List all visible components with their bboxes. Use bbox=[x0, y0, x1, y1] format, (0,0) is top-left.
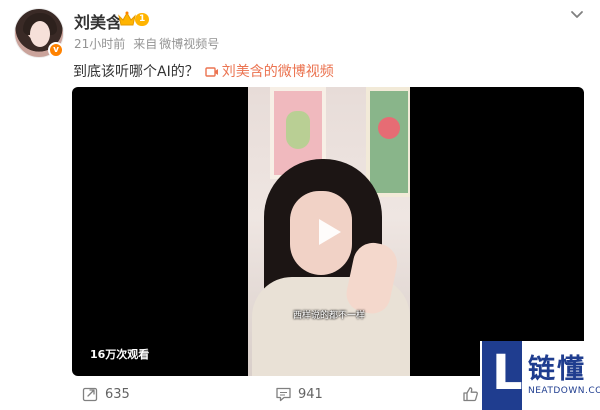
poster-vase bbox=[286, 111, 310, 149]
video-link[interactable]: 刘美含的微博视频 bbox=[205, 64, 334, 80]
post-meta: 21小时前 来自 微博视频号 bbox=[74, 35, 227, 52]
video-icon bbox=[205, 67, 218, 77]
crown-icon bbox=[118, 11, 136, 26]
play-icon[interactable] bbox=[309, 213, 347, 251]
video-player[interactable]: 西样说的都不一样 16万次观看 bbox=[72, 87, 584, 376]
watermark-logo-box: L bbox=[482, 341, 523, 410]
level-badge: 1 bbox=[135, 13, 150, 26]
watermark-domain: NEATDOWN.COM bbox=[528, 386, 600, 396]
watermark-brand: 链懂 bbox=[528, 354, 586, 385]
weibo-post-card: v 刘美含 1 21小时前 来自 微博视频号 到底该听哪个AI的？ 刘美含的微博视频 … bbox=[0, 0, 600, 410]
video-subtitle: 西样说的都不一样 bbox=[292, 311, 365, 321]
watermark-logo-letter: L bbox=[492, 345, 523, 401]
chevron-down-icon[interactable] bbox=[570, 9, 584, 21]
post-time[interactable]: 21小时前 bbox=[74, 37, 125, 51]
wall-poster-right bbox=[366, 87, 410, 197]
comment-button[interactable]: 941 bbox=[275, 385, 323, 403]
post-text: 到底该听哪个AI的？ 刘美含的微博视频 bbox=[73, 61, 334, 81]
forward-count: 635 bbox=[105, 386, 130, 402]
view-count: 16万次观看 bbox=[90, 348, 150, 361]
site-watermark: L 链懂 NEATDOWN.COM bbox=[480, 341, 600, 410]
post-content: 到底该听哪个AI的？ bbox=[73, 64, 199, 80]
avatar[interactable]: v bbox=[14, 8, 64, 58]
like-icon bbox=[463, 387, 478, 402]
username[interactable]: 刘美含 bbox=[74, 9, 122, 33]
comment-count: 941 bbox=[298, 386, 323, 402]
poster-flower bbox=[378, 117, 400, 139]
verified-badge: v bbox=[48, 42, 64, 58]
video-link-label: 刘美含的微博视频 bbox=[221, 64, 334, 80]
comment-icon bbox=[276, 387, 291, 402]
avatar-face bbox=[30, 21, 50, 47]
forward-icon bbox=[82, 387, 98, 402]
forward-button[interactable]: 635 bbox=[82, 385, 130, 403]
source-prefix: 来自 bbox=[133, 37, 158, 51]
post-source[interactable]: 微博视频号 bbox=[159, 37, 219, 51]
